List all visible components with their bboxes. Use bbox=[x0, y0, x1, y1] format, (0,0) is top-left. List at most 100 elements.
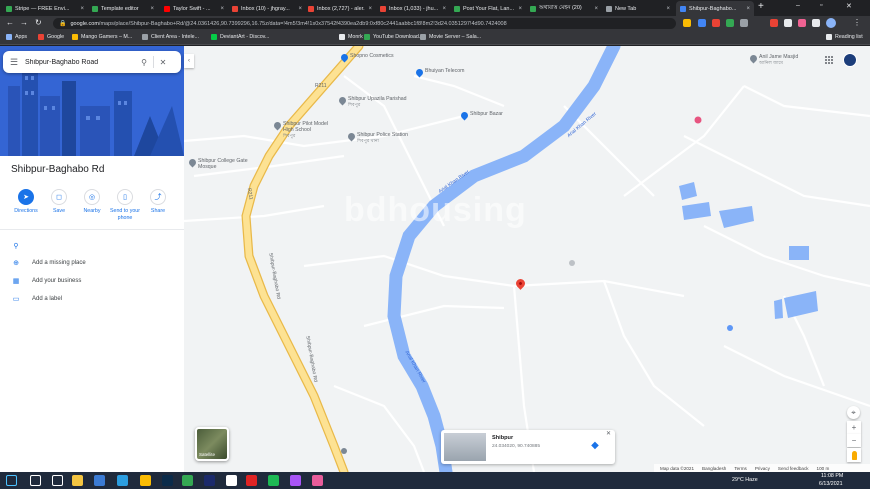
map-poi[interactable]: Anil Jame Masjid আনিল জামে bbox=[748, 53, 798, 66]
map-poi[interactable]: Shibpur Pilot Model High School শিবপুর bbox=[272, 120, 335, 139]
messenger-icon[interactable] bbox=[290, 475, 301, 486]
close-tab-icon[interactable]: × bbox=[298, 6, 302, 12]
search-icon[interactable]: ⚲ bbox=[135, 58, 153, 67]
account-avatar[interactable] bbox=[843, 53, 857, 67]
extension-icon[interactable] bbox=[798, 19, 806, 27]
bookmark-item[interactable]: Mango Gamers – M... bbox=[72, 34, 132, 40]
send-to-your-phone-button[interactable]: ▯ Send to your phone bbox=[108, 189, 142, 221]
tab[interactable]: Inbox (2,727) - aler... × bbox=[304, 1, 376, 16]
directions-icon[interactable]: ◆ bbox=[588, 439, 602, 453]
bookmark-item[interactable]: DeviantArt - Discov... bbox=[211, 34, 269, 40]
close-tab-icon[interactable]: × bbox=[594, 6, 598, 12]
map-footer-item[interactable]: Terms bbox=[734, 466, 747, 471]
back-icon[interactable]: ← bbox=[6, 18, 14, 27]
close-tab-icon[interactable]: × bbox=[746, 6, 750, 12]
menu-icon[interactable]: ☰ bbox=[3, 57, 25, 68]
map-poi[interactable]: Shibpur Upazila Parishad শিবপুর bbox=[337, 95, 407, 108]
close-icon[interactable]: ✕ bbox=[606, 430, 611, 437]
clear-search-icon[interactable]: ✕ bbox=[154, 58, 172, 67]
extension-icon[interactable] bbox=[712, 19, 720, 27]
extension-icon[interactable] bbox=[698, 19, 706, 27]
photoshop-icon[interactable] bbox=[204, 475, 215, 486]
extension-icon[interactable] bbox=[784, 19, 792, 27]
tab[interactable]: New Tab × bbox=[602, 1, 674, 16]
chrome-icon[interactable] bbox=[140, 475, 151, 486]
new-tab-button[interactable]: + bbox=[758, 1, 764, 12]
tab[interactable]: অর্থবিত্তি মেইন (20) × bbox=[526, 1, 602, 16]
tab-active[interactable]: Shibpur-Baghabo... × bbox=[676, 1, 754, 16]
directions-button[interactable]: ➤ Directions bbox=[9, 189, 43, 215]
close-tab-icon[interactable]: × bbox=[666, 6, 670, 12]
profile-avatar[interactable] bbox=[826, 18, 836, 28]
app-icon[interactable] bbox=[312, 475, 323, 486]
tab[interactable]: Inbox (1,033) - jhu... × bbox=[376, 1, 450, 16]
map-canvas[interactable]: bdhousing Shopno Cosmetics Bhuiyan Teleco… bbox=[184, 46, 870, 472]
reading-list[interactable]: Reading list bbox=[826, 34, 863, 40]
app-icon[interactable] bbox=[182, 475, 193, 486]
collapse-panel-button[interactable]: ‹ bbox=[184, 54, 194, 68]
clock-time[interactable]: 11:08 PM bbox=[821, 473, 843, 479]
address-bar[interactable]: 🔒 google.com/maps/place/Shibpur-Baghabo+… bbox=[53, 18, 676, 29]
close-tab-icon[interactable]: × bbox=[442, 6, 446, 12]
windows-start-icon[interactable] bbox=[6, 475, 17, 486]
map-poi[interactable]: Shopno Cosmetics bbox=[339, 52, 394, 63]
zoom-out-button[interactable]: − bbox=[847, 434, 861, 447]
info-row[interactable]: ⚲ bbox=[0, 239, 184, 253]
bookmark-item[interactable]: Google bbox=[38, 34, 64, 40]
close-tab-icon[interactable]: × bbox=[368, 6, 372, 12]
close-window-button[interactable]: ✕ bbox=[846, 2, 852, 10]
extension-icon[interactable] bbox=[740, 19, 748, 27]
map-footer-item[interactable]: 100 m bbox=[817, 466, 830, 471]
clock-date[interactable]: 6/13/2021 bbox=[819, 481, 843, 487]
info-row[interactable]: ⊕ Add a missing place bbox=[0, 256, 184, 270]
app-icon[interactable] bbox=[268, 475, 279, 486]
search-input[interactable] bbox=[25, 58, 135, 66]
tab[interactable]: Template editor × bbox=[88, 1, 158, 16]
nearby-button[interactable]: ◎ Nearby bbox=[75, 189, 109, 215]
map-footer-item[interactable]: Send feedback bbox=[778, 466, 809, 471]
maximize-button[interactable]: ▫ bbox=[820, 2, 822, 9]
task-view-icon[interactable] bbox=[52, 475, 63, 486]
bookmark-item[interactable]: Monrk bbox=[339, 34, 363, 40]
map-poi[interactable]: Shibpur College Gate Mosque bbox=[187, 157, 250, 170]
reload-icon[interactable]: ↻ bbox=[35, 18, 42, 27]
share-button[interactable]: ⤴ Share bbox=[141, 189, 175, 215]
close-tab-icon[interactable]: × bbox=[150, 6, 154, 12]
bookmark-item[interactable]: YouTube Download... bbox=[364, 34, 423, 40]
zoom-in-button[interactable]: + bbox=[847, 421, 861, 434]
map-poi[interactable]: Bhuiyan Telecom bbox=[414, 67, 464, 78]
my-location-icon[interactable]: ⌖ bbox=[847, 406, 860, 419]
close-tab-icon[interactable]: × bbox=[220, 6, 224, 12]
tab[interactable]: Stripe — FREE Envi... × bbox=[2, 1, 88, 16]
file-explorer-icon[interactable] bbox=[72, 475, 83, 486]
extension-icon[interactable] bbox=[683, 19, 691, 27]
street-view-pegman-icon[interactable] bbox=[847, 448, 861, 462]
extensions-puzzle-icon[interactable] bbox=[812, 19, 820, 27]
info-row[interactable]: ▦ Add your business bbox=[0, 274, 184, 288]
map-footer-item[interactable]: Privacy bbox=[755, 466, 770, 471]
google-apps-icon[interactable] bbox=[825, 56, 834, 65]
minimize-button[interactable]: – bbox=[796, 2, 800, 9]
extension-icon[interactable] bbox=[726, 19, 734, 27]
save-button[interactable]: ◻ Save bbox=[42, 189, 76, 215]
more-menu-icon[interactable]: ⋮ bbox=[853, 18, 861, 27]
weather-status[interactable]: 29°C Haze bbox=[732, 477, 758, 483]
photoshop-icon[interactable] bbox=[162, 475, 173, 486]
opera-icon[interactable] bbox=[246, 475, 257, 486]
place-preview-card[interactable]: Shibpur 24.034020, 90.740885 ◆ ✕ bbox=[441, 430, 615, 464]
extension-icon[interactable] bbox=[770, 19, 778, 27]
close-tab-icon[interactable]: × bbox=[518, 6, 522, 12]
taskbar-search-icon[interactable] bbox=[30, 475, 41, 486]
bookmark-item[interactable]: Apps bbox=[6, 34, 27, 40]
tab[interactable]: Inbox (10) - jhgray... × bbox=[228, 1, 306, 16]
close-tab-icon[interactable]: × bbox=[80, 6, 84, 12]
app-icon[interactable] bbox=[94, 475, 105, 486]
bookmark-item[interactable]: Movie Server – Sala... bbox=[420, 34, 481, 40]
map-poi[interactable]: Shibpur Bazar bbox=[459, 110, 503, 121]
app-icon[interactable] bbox=[226, 475, 237, 486]
tab[interactable]: Taylor Swift - ... × bbox=[160, 1, 228, 16]
bookmark-item[interactable]: Client Area - Intele... bbox=[142, 34, 199, 40]
info-row[interactable]: ▭ Add a label bbox=[0, 292, 184, 306]
satellite-layer-toggle[interactable]: Satellite bbox=[195, 427, 229, 461]
edge-icon[interactable] bbox=[117, 475, 128, 486]
